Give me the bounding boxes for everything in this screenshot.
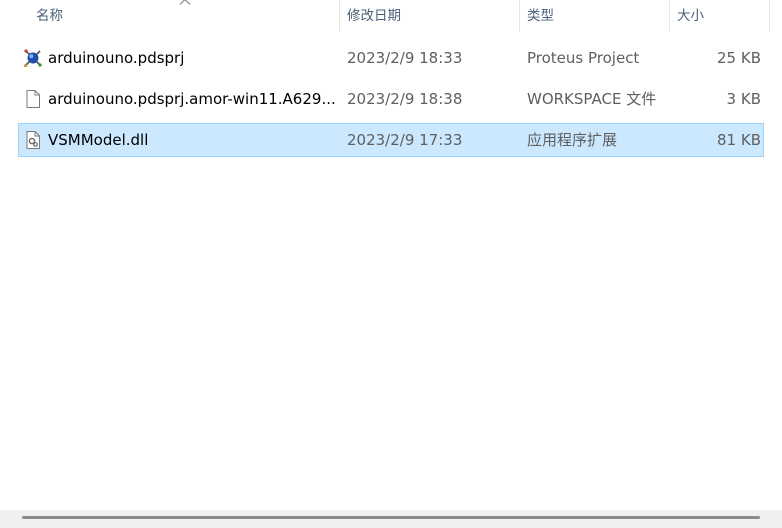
file-list-view: 名称 修改日期 类型 大小 arduinouno.pdsprj 2023/2/9… <box>0 0 782 528</box>
horizontal-scrollbar-thumb[interactable] <box>22 516 760 519</box>
proteus-project-icon <box>24 49 42 67</box>
column-header-date-label: 修改日期 <box>347 8 401 24</box>
file-row-selected[interactable]: VSMModel.dll 2023/2/9 17:33 应用程序扩展 81 KB <box>18 123 764 157</box>
file-type: 应用程序扩展 <box>527 131 618 149</box>
horizontal-scrollbar[interactable] <box>0 510 782 528</box>
chevron-up-icon <box>179 0 191 5</box>
file-size: 3 KB <box>726 90 761 108</box>
file-date-modified: 2023/2/9 17:33 <box>347 131 463 149</box>
file-size: 81 KB <box>717 131 761 149</box>
file-type: WORKSPACE 文件 <box>527 90 657 108</box>
column-header-date-modified[interactable]: 修改日期 <box>347 0 517 32</box>
column-header-type-label: 类型 <box>527 8 554 24</box>
column-divider[interactable] <box>769 0 770 32</box>
column-header-type[interactable]: 类型 <box>527 0 667 32</box>
column-header-size-label: 大小 <box>677 8 704 24</box>
column-divider[interactable] <box>669 0 670 32</box>
generic-file-icon <box>26 90 40 108</box>
file-date-modified: 2023/2/9 18:33 <box>347 49 463 67</box>
file-type: Proteus Project <box>527 49 640 67</box>
dll-file-icon <box>26 131 40 149</box>
file-size: 25 KB <box>717 49 761 67</box>
column-divider[interactable] <box>339 0 340 32</box>
column-header-bar: 名称 修改日期 类型 大小 <box>0 0 782 32</box>
file-row[interactable]: arduinouno.pdsprj.amor-win11.A629... 202… <box>18 82 764 116</box>
file-row[interactable]: arduinouno.pdsprj 2023/2/9 18:33 Proteus… <box>18 41 764 75</box>
file-date-modified: 2023/2/9 18:38 <box>347 90 463 108</box>
column-header-size[interactable]: 大小 <box>677 0 767 32</box>
column-divider[interactable] <box>519 0 520 32</box>
column-header-name-label: 名称 <box>36 8 63 24</box>
file-name: arduinouno.pdsprj.amor-win11.A629... <box>48 90 336 108</box>
file-name: VSMModel.dll <box>48 131 149 149</box>
file-name: arduinouno.pdsprj <box>48 49 185 67</box>
